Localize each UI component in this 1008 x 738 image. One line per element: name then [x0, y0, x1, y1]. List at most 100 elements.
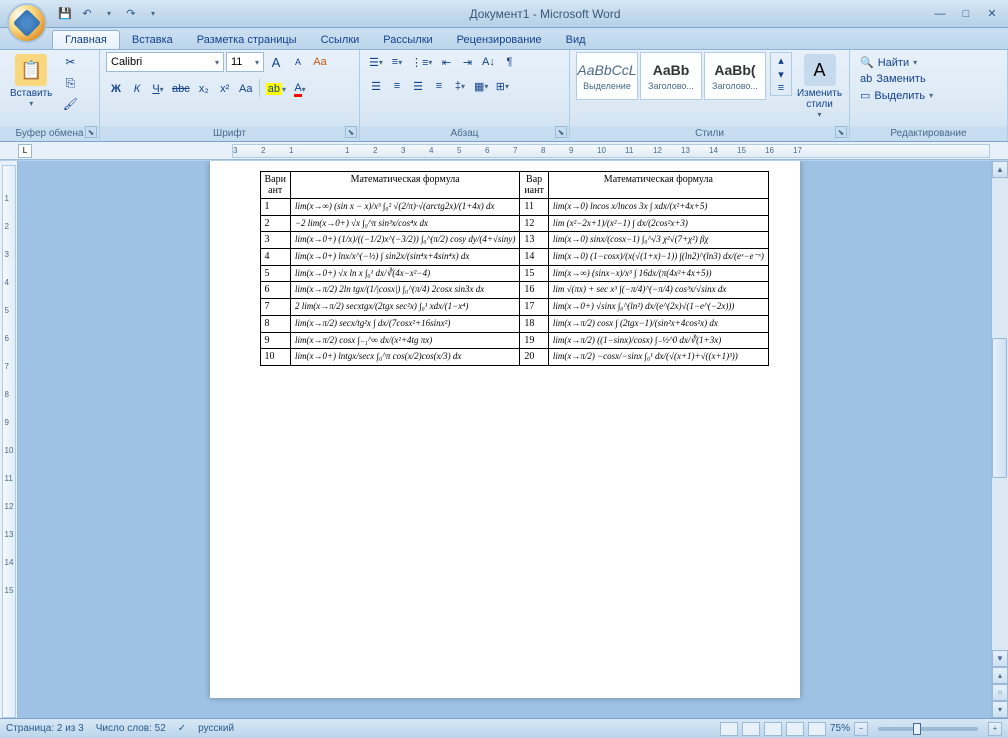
fontcolor-button[interactable]: A▾	[290, 79, 310, 99]
tab-pagelayout[interactable]: Разметка страницы	[185, 31, 309, 49]
find-button[interactable]: 🔍Найти▾	[856, 55, 1001, 70]
cell-variant: 6	[260, 282, 290, 299]
shading-button[interactable]: ▦▾	[471, 76, 491, 96]
tab-review[interactable]: Рецензирование	[445, 31, 554, 49]
style-heading1[interactable]: AaBbЗаголово...	[640, 52, 702, 100]
superscript-button[interactable]: x²	[215, 79, 235, 99]
cell-formula: lim(x→∞) (sinx−x)/x³ ∫ 16dx/(π(4x²+4x+5)…	[548, 265, 768, 282]
subscript-button[interactable]: x₂	[194, 79, 214, 99]
bullets-button[interactable]: ☰▾	[366, 52, 386, 72]
status-lang[interactable]: русский	[198, 723, 234, 734]
status-page[interactable]: Страница: 2 из 3	[6, 723, 84, 734]
underline-button[interactable]: Ч▾	[148, 79, 168, 99]
style-emphasis[interactable]: AaBbCcLВыделение	[576, 52, 638, 100]
cell-formula: lim(x→∞) (sin x − x)/x³ ∫₀² √(2/π)·√(arc…	[290, 199, 519, 216]
align-justify-button[interactable]: ≡	[429, 76, 449, 96]
align-center-button[interactable]: ≡	[387, 76, 407, 96]
browse-select[interactable]: ○	[992, 684, 1008, 701]
zoom-thumb[interactable]	[913, 723, 921, 735]
view-draft[interactable]	[808, 722, 826, 736]
zoom-slider[interactable]	[878, 727, 978, 731]
format-painter-button[interactable]: 🖌	[60, 94, 80, 114]
ruler-v-scale[interactable]: 123456789101112131415	[2, 165, 16, 718]
select-button[interactable]: ▭Выделить▾	[856, 88, 1001, 103]
font-name-combo[interactable]: Calibri▾	[106, 52, 224, 72]
minimize-button[interactable]: —	[928, 5, 952, 23]
shrink-font-button[interactable]: A	[288, 52, 308, 72]
numbering-button[interactable]: ≡▾	[387, 52, 407, 72]
font-size-combo[interactable]: 11▾	[226, 52, 264, 72]
tab-references[interactable]: Ссылки	[309, 31, 372, 49]
maximize-button[interactable]: □	[954, 5, 978, 23]
style-gallery-more[interactable]: ≡	[771, 81, 791, 95]
cell-formula: lim(x→0+) lntgx/secx ∫₀^π cos(x/2)cos(x/…	[290, 349, 519, 366]
cell-variant: 11	[520, 199, 549, 216]
qat-customize[interactable]: ▾	[144, 5, 162, 23]
status-words[interactable]: Число слов: 52	[96, 723, 166, 734]
save-button[interactable]: 💾	[56, 5, 74, 23]
tab-selector[interactable]: L	[18, 144, 32, 158]
clear-format-button[interactable]: Aa	[310, 52, 330, 72]
borders-button[interactable]: ⊞▾	[492, 76, 512, 96]
zoom-in[interactable]: +	[988, 722, 1002, 736]
paste-button[interactable]: 📋 Вставить ▾	[6, 52, 56, 110]
view-reading[interactable]	[742, 722, 760, 736]
view-web[interactable]	[764, 722, 782, 736]
bold-button[interactable]: Ж	[106, 79, 126, 99]
page-viewport[interactable]: Вари ант Математическая формула Вар иант…	[18, 161, 991, 718]
highlight-button[interactable]: ab▾	[263, 79, 289, 99]
cell-variant: 17	[520, 299, 549, 316]
view-print[interactable]	[720, 722, 738, 736]
zoom-level[interactable]: 75%	[830, 723, 850, 734]
copy-button[interactable]: ⎘	[60, 73, 80, 93]
vertical-scrollbar[interactable]: ▲ ▼ ▴ ○ ▾	[991, 161, 1008, 718]
tab-view[interactable]: Вид	[554, 31, 598, 49]
tab-home[interactable]: Главная	[52, 30, 120, 49]
select-icon: ▭	[860, 89, 870, 102]
clipboard-launcher[interactable]: ⬊	[85, 126, 97, 138]
ruler-vertical[interactable]: 123456789101112131415	[0, 161, 18, 718]
linespacing-button[interactable]: ‡▾	[450, 76, 470, 96]
italic-button[interactable]: К	[127, 79, 147, 99]
scroll-track[interactable]	[992, 178, 1008, 650]
style-heading2[interactable]: AaBb(Заголово...	[704, 52, 766, 100]
showmarks-button[interactable]: ¶	[499, 52, 519, 72]
strike-button[interactable]: abc	[169, 79, 193, 99]
scroll-down[interactable]: ▼	[992, 650, 1008, 667]
zoom-out[interactable]: −	[854, 722, 868, 736]
titlebar: 💾 ↶ ▾ ↷ ▾ Документ1 - Microsoft Word — □…	[0, 0, 1008, 28]
redo-button[interactable]: ↷	[122, 5, 140, 23]
sort-button[interactable]: A↓	[478, 52, 498, 72]
ruler-horizontal[interactable]: L 3211234567891011121314151617	[0, 142, 1008, 160]
grow-font-button[interactable]: A	[266, 52, 286, 72]
browse-prev[interactable]: ▴	[992, 667, 1008, 684]
browse-next[interactable]: ▾	[992, 701, 1008, 718]
dedent-button[interactable]: ⇤	[436, 52, 456, 72]
view-outline[interactable]	[786, 722, 804, 736]
undo-dd[interactable]: ▾	[100, 5, 118, 23]
multilevel-button[interactable]: ⋮≡▾	[408, 52, 435, 72]
office-button[interactable]	[7, 3, 47, 43]
style-gallery-down[interactable]: ▾	[771, 67, 791, 81]
table-row: 1lim(x→∞) (sin x − x)/x³ ∫₀² √(2/π)·√(ar…	[260, 199, 768, 216]
align-left-button[interactable]: ☰	[366, 76, 386, 96]
ruler-h-scale[interactable]: 3211234567891011121314151617	[232, 144, 990, 158]
cell-variant: 8	[260, 315, 290, 332]
styles-launcher[interactable]: ⬊	[835, 126, 847, 138]
para-launcher[interactable]: ⬊	[555, 126, 567, 138]
indent-button[interactable]: ⇥	[457, 52, 477, 72]
undo-button[interactable]: ↶	[78, 5, 96, 23]
scroll-thumb[interactable]	[992, 338, 1007, 478]
scroll-up[interactable]: ▲	[992, 161, 1008, 178]
tab-insert[interactable]: Вставка	[120, 31, 185, 49]
changecase-button[interactable]: Aa	[236, 79, 256, 99]
style-gallery-up[interactable]: ▴	[771, 53, 791, 67]
status-proof-icon[interactable]: ✓	[178, 723, 186, 734]
tab-mailings[interactable]: Рассылки	[371, 31, 444, 49]
change-styles-button[interactable]: A Изменить стили ▾	[796, 52, 843, 121]
close-button[interactable]: ✕	[980, 5, 1004, 23]
cut-button[interactable]: ✂	[60, 52, 80, 72]
align-right-button[interactable]: ☰	[408, 76, 428, 96]
replace-button[interactable]: abЗаменить	[856, 72, 1001, 86]
font-launcher[interactable]: ⬊	[345, 126, 357, 138]
